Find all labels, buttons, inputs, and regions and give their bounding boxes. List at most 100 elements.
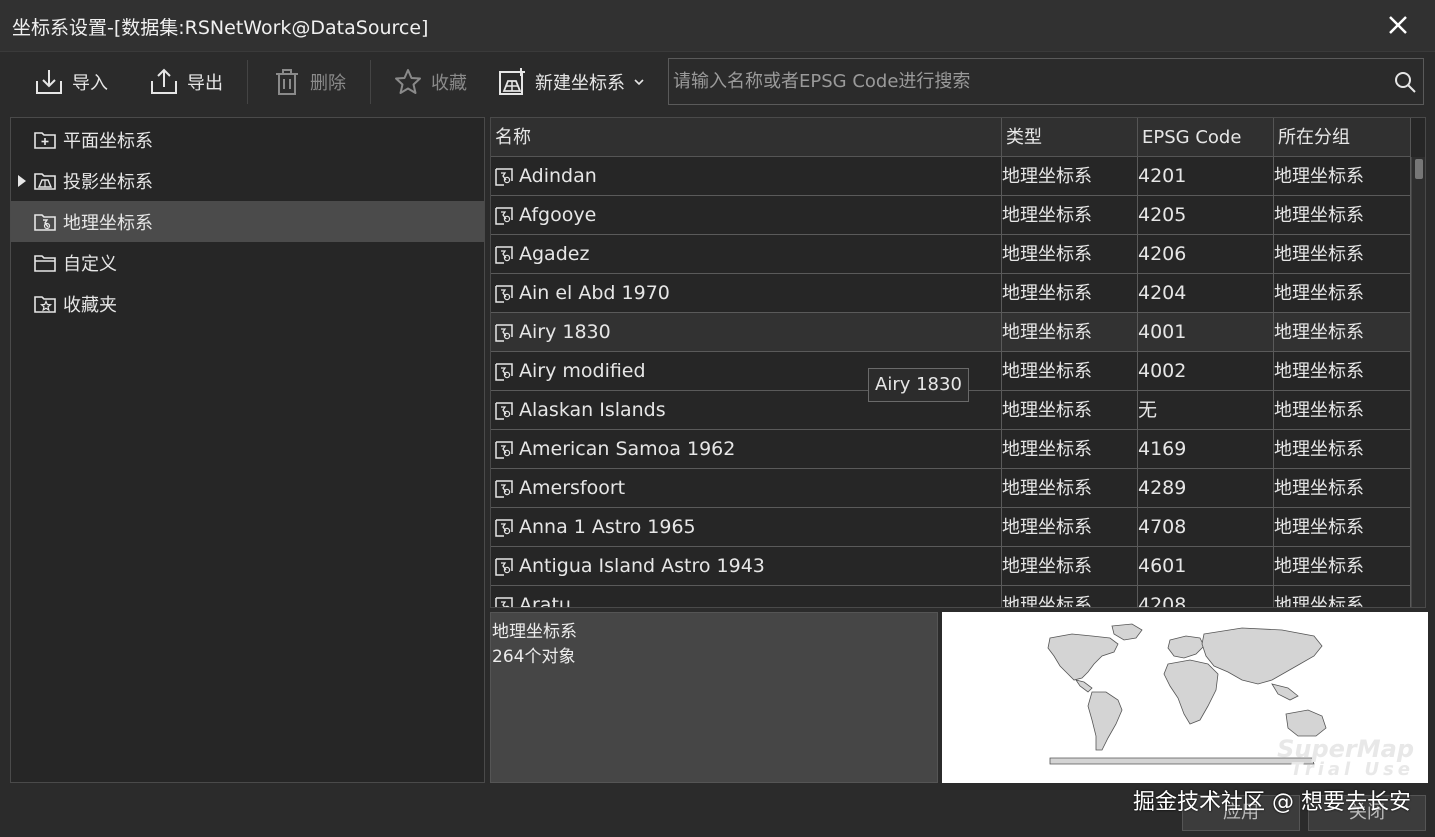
table-row[interactable]: Ain el Abd 1970 地理坐标系 4204 地理坐标系 xyxy=(491,274,1411,313)
new-projection-icon xyxy=(499,68,525,95)
table-row[interactable]: Agadez 地理坐标系 4206 地理坐标系 xyxy=(491,235,1411,274)
expand-arrow-icon[interactable] xyxy=(17,174,27,188)
tree-item-geographic[interactable]: 地理坐标系 xyxy=(11,201,484,242)
row-name-label: American Samoa 1962 xyxy=(519,438,736,460)
cell-epsg-code: 4001 xyxy=(1138,313,1274,352)
cell-epsg-code: 4601 xyxy=(1138,547,1274,586)
folder-icon xyxy=(34,254,56,272)
close-icon[interactable] xyxy=(1383,10,1413,40)
geographic-folder-icon xyxy=(34,213,56,231)
antarctica-shape xyxy=(1049,757,1315,765)
asia-shape xyxy=(1201,627,1323,685)
north-america-shape xyxy=(1047,633,1119,681)
trash-icon xyxy=(276,69,298,95)
search-icon[interactable] xyxy=(1393,70,1417,94)
table-row[interactable]: Airy 1830 地理坐标系 4001 地理坐标系 xyxy=(491,313,1411,352)
cell-type: 地理坐标系 xyxy=(1002,469,1138,508)
import-label: 导入 xyxy=(72,73,108,94)
cell-name: Afgooye xyxy=(491,196,1002,235)
vertical-scrollbar[interactable] xyxy=(1411,157,1425,607)
row-name-label: Airy modified xyxy=(519,360,646,382)
cell-epsg-code: 4289 xyxy=(1138,469,1274,508)
favorite-button[interactable]: 收藏 xyxy=(393,64,467,100)
geographic-coordinate-icon xyxy=(495,246,513,264)
geographic-coordinate-icon xyxy=(495,363,513,381)
info-category: 地理坐标系 xyxy=(492,622,577,642)
row-name-label: Adindan xyxy=(519,165,597,187)
table-row[interactable]: Afgooye 地理坐标系 4205 地理坐标系 xyxy=(491,196,1411,235)
column-header-name[interactable]: 名称 xyxy=(491,118,1002,157)
cell-name: Antigua Island Astro 1943 xyxy=(491,547,1002,586)
row-name-label: Antigua Island Astro 1943 xyxy=(519,555,765,577)
chevron-down-icon[interactable] xyxy=(633,76,645,88)
cell-epsg-code: 4201 xyxy=(1138,157,1274,196)
cell-type: 地理坐标系 xyxy=(1002,586,1138,607)
import-icon xyxy=(36,70,62,94)
geographic-coordinate-icon xyxy=(495,324,513,342)
tree-item-label: 投影坐标系 xyxy=(63,171,153,193)
row-name-label: Airy 1830 xyxy=(519,321,611,343)
cell-name: Aratu xyxy=(491,586,1002,607)
cell-group: 地理坐标系 xyxy=(1274,352,1411,391)
cell-epsg-code: 4002 xyxy=(1138,352,1274,391)
export-button[interactable]: 导出 xyxy=(149,64,223,100)
tree-item-favorites[interactable]: 收藏夹 xyxy=(11,283,484,324)
row-name-label: Anna 1 Astro 1965 xyxy=(519,516,696,538)
toolbar-divider xyxy=(247,60,248,104)
scrollbar-thumb[interactable] xyxy=(1415,159,1423,179)
table-row[interactable]: Aratu 地理坐标系 4208 地理坐标系 xyxy=(491,586,1411,607)
table-row[interactable]: Adindan 地理坐标系 4201 地理坐标系 xyxy=(491,157,1411,196)
tree-item-planar[interactable]: 平面坐标系 xyxy=(11,119,484,160)
cell-epsg-code: 4206 xyxy=(1138,235,1274,274)
column-header-group[interactable]: 所在分组 xyxy=(1274,118,1411,157)
row-name-label: Afgooye xyxy=(519,204,597,226)
delete-button[interactable]: 删除 xyxy=(272,64,346,100)
geographic-coordinate-icon xyxy=(495,207,513,225)
credit-watermark: 掘金技术社区 @ 想要去长安 xyxy=(1133,790,1411,815)
watermark-line1: SuperMap xyxy=(1277,735,1414,763)
cell-type: 地理坐标系 xyxy=(1002,508,1138,547)
tree-item-projected[interactable]: 投影坐标系 xyxy=(11,160,484,201)
column-header-type[interactable]: 类型 xyxy=(1002,118,1138,157)
table-row[interactable]: Amersfoort 地理坐标系 4289 地理坐标系 xyxy=(491,469,1411,508)
cell-group: 地理坐标系 xyxy=(1274,196,1411,235)
planar-folder-icon xyxy=(34,131,56,149)
new-coordinate-system-button[interactable]: 新建坐标系 xyxy=(497,64,645,100)
geographic-coordinate-icon xyxy=(495,519,513,537)
title-bar: 坐标系设置-[数据集:RSNetWork@DataSource] xyxy=(0,0,1435,52)
cell-type: 地理坐标系 xyxy=(1002,391,1138,430)
tree-item-custom[interactable]: 自定义 xyxy=(11,242,484,283)
south-america-shape xyxy=(1087,691,1123,751)
australia-shape xyxy=(1285,709,1327,737)
delete-label: 删除 xyxy=(310,73,346,94)
new-coordinate-system-label: 新建坐标系 xyxy=(535,73,625,94)
map-preview: SuperMap Trial Use xyxy=(942,612,1428,783)
cell-group: 地理坐标系 xyxy=(1274,547,1411,586)
cell-name: Adindan xyxy=(491,157,1002,196)
cell-name: Amersfoort xyxy=(491,469,1002,508)
cell-group: 地理坐标系 xyxy=(1274,586,1411,607)
search-input[interactable] xyxy=(671,61,1391,101)
export-label: 导出 xyxy=(187,73,223,94)
import-button[interactable]: 导入 xyxy=(34,64,108,100)
column-header-epsg[interactable]: EPSG Code xyxy=(1138,118,1274,157)
cell-name: Ain el Abd 1970 xyxy=(491,274,1002,313)
cell-type: 地理坐标系 xyxy=(1002,274,1138,313)
window-title: 坐标系设置-[数据集:RSNetWork@DataSource] xyxy=(12,17,429,39)
cell-type: 地理坐标系 xyxy=(1002,235,1138,274)
cell-epsg-code: 4169 xyxy=(1138,430,1274,469)
table-row[interactable]: Antigua Island Astro 1943 地理坐标系 4601 地理坐标系 xyxy=(491,547,1411,586)
row-name-label: Agadez xyxy=(519,243,590,265)
table-row[interactable]: Anna 1 Astro 1965 地理坐标系 4708 地理坐标系 xyxy=(491,508,1411,547)
central-america-shape xyxy=(1075,679,1093,693)
cell-group: 地理坐标系 xyxy=(1274,157,1411,196)
cell-group: 地理坐标系 xyxy=(1274,235,1411,274)
info-count: 264个对象 xyxy=(492,647,576,667)
row-name-label: Alaskan Islands xyxy=(519,399,666,421)
favorite-label: 收藏 xyxy=(431,73,467,94)
cell-group: 地理坐标系 xyxy=(1274,508,1411,547)
cell-group: 地理坐标系 xyxy=(1274,430,1411,469)
table-row[interactable]: American Samoa 1962 地理坐标系 4169 地理坐标系 xyxy=(491,430,1411,469)
row-name-label: Amersfoort xyxy=(519,477,626,499)
cell-name: American Samoa 1962 xyxy=(491,430,1002,469)
